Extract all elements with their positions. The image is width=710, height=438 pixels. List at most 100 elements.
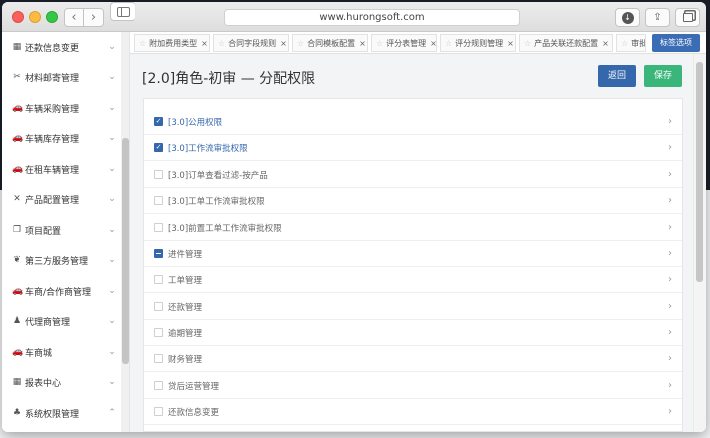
star-icon[interactable]: ☆ (376, 39, 383, 48)
permission-checkbox[interactable] (154, 407, 163, 416)
sidebar-item-reports[interactable]: ▦ 报表中心 ⌄ (2, 367, 120, 397)
close-icon[interactable]: × (507, 39, 514, 48)
permission-checkbox[interactable] (154, 328, 163, 337)
sidebar-item-car-mall[interactable]: 🚗 车商城 ⌄ (2, 337, 120, 367)
close-icon[interactable]: × (602, 39, 609, 48)
sidebar-item-rented-vehicles[interactable]: 🚗 在租车辆管理 ⌄ (2, 154, 120, 184)
chevron-right-icon[interactable]: › (658, 327, 682, 338)
car-icon: 🚗 (12, 133, 24, 143)
permission-label: 还款管理 (168, 302, 203, 313)
sidebar-scrollbar-thumb[interactable] (122, 138, 129, 364)
permission-row[interactable]: 逾期管理 › (144, 320, 682, 346)
back-button[interactable]: ‹ (64, 8, 84, 27)
sidebar-item-dealer-partner[interactable]: 🚗 车商/合作商管理 ⌄ (2, 276, 120, 306)
sidebar-item-label: 车商/合作商管理 (25, 287, 92, 298)
chevron-down-icon: ⌄ (108, 347, 116, 357)
permission-label: 贷后运营管理 (168, 381, 220, 392)
sidebar-item-agent[interactable]: ♟ 代理商管理 ⌄ (2, 306, 120, 336)
sidebar-item-label: 系统权限管理 (25, 409, 80, 420)
chevron-right-icon[interactable]: › (658, 380, 682, 391)
close-icon[interactable]: × (430, 39, 436, 48)
permission-checkbox[interactable]: ✓ (154, 143, 163, 152)
chevron-down-icon: ⌄ (108, 133, 116, 143)
permission-checkbox[interactable] (154, 196, 163, 205)
download-button[interactable]: ↓ (615, 8, 640, 27)
chevron-right-icon[interactable]: › (658, 406, 682, 417)
download-icon: ↓ (621, 11, 634, 24)
star-icon[interactable]: ☆ (218, 39, 225, 48)
permission-checkbox[interactable] (154, 275, 163, 284)
tab-additional-fee-type[interactable]: ☆ 附加费用类型 × (134, 34, 210, 52)
star-icon[interactable]: ☆ (621, 39, 628, 48)
tab-options-button[interactable]: 标签选项 (652, 34, 700, 52)
permission-row[interactable]: ✓ [3.0]工作流审批权限 › (144, 135, 682, 161)
show-tabs-button[interactable] (675, 8, 700, 27)
star-icon[interactable]: ☆ (445, 39, 452, 48)
permission-row[interactable]: [3.0]工单工作流审批权限 › (144, 188, 682, 214)
close-window-button[interactable] (12, 11, 24, 23)
chevron-right-icon[interactable]: › (658, 195, 682, 206)
permission-label: [3.0]前置工单工作流审批权限 (168, 223, 282, 234)
close-icon[interactable]: × (359, 39, 366, 48)
permission-row[interactable]: ✓ [3.0]公用权限 › (144, 109, 682, 135)
permission-checkbox[interactable] (154, 249, 163, 258)
chevron-down-icon: ⌄ (108, 286, 116, 296)
sidebar-item-material-mailing[interactable]: ✂ 材料邮寄管理 ⌄ (2, 62, 120, 92)
main-scrollbar-thumb[interactable] (696, 62, 703, 282)
address-bar[interactable]: www.hurongsoft.com (224, 9, 520, 26)
back-icon: ‹ (71, 10, 77, 25)
permission-checkbox[interactable] (154, 354, 163, 363)
permission-checkbox[interactable] (154, 170, 163, 179)
permission-row[interactable]: 工单管理 › (144, 267, 682, 293)
copy-icon: ❐ (12, 225, 22, 235)
sidebar-item-vehicle-purchase[interactable]: 🚗 车辆采购管理 ⌄ (2, 93, 120, 123)
zoom-window-button[interactable] (46, 11, 58, 23)
share-button[interactable]: ⇪ (645, 8, 670, 27)
permission-row[interactable]: [3.0]前置工单工作流审批权限 › (144, 215, 682, 241)
close-icon[interactable]: × (280, 39, 287, 48)
minimize-window-button[interactable] (29, 11, 41, 23)
permission-checkbox[interactable] (154, 381, 163, 390)
tab-product-repayment-config[interactable]: ☆ 产品关联还款配置 × (519, 34, 613, 52)
chevron-right-icon[interactable]: › (658, 301, 682, 312)
sidebar-item-system-permissions[interactable]: ♣ 系统权限管理 ⌃ (2, 398, 120, 428)
permission-row[interactable]: 还款信息变更 › (144, 399, 682, 425)
sidebar-toggle-button[interactable] (110, 2, 136, 21)
chevron-right-icon[interactable]: › (658, 222, 682, 233)
permission-checkbox[interactable] (154, 223, 163, 232)
chevron-up-icon: ⌃ (108, 408, 116, 418)
forward-button[interactable]: › (84, 8, 104, 27)
tab-score-sheet-management[interactable]: ☆ 评分表管理 × (371, 34, 437, 52)
close-icon[interactable]: × (201, 39, 208, 48)
star-icon[interactable]: ☆ (524, 39, 531, 48)
tab-score-rule-management[interactable]: ☆ 评分规则管理 × (440, 34, 516, 52)
sidebar-item-repayment-change[interactable]: ▦ 还款信息变更 ⌄ (2, 32, 120, 62)
star-icon[interactable]: ☆ (297, 39, 304, 48)
permission-checkbox[interactable] (154, 302, 163, 311)
permission-row[interactable]: 财务管理 › (144, 346, 682, 372)
tab-contract-template-config[interactable]: ☆ 合同模板配置 × (292, 34, 368, 52)
chevron-right-icon[interactable]: › (658, 116, 682, 127)
sidebar-item-vehicle-inventory[interactable]: 🚗 车辆库存管理 ⌄ (2, 123, 120, 153)
permission-checkbox[interactable]: ✓ (154, 117, 163, 126)
permission-row[interactable]: [3.0]订单查看过滤-按产品 › (144, 162, 682, 188)
permission-label: 进件管理 (168, 249, 203, 260)
chevron-right-icon[interactable]: › (658, 274, 682, 285)
sidebar-item-product-config[interactable]: ✕ 产品配置管理 ⌄ (2, 184, 120, 214)
tab-label: 附加费用类型 (149, 38, 198, 48)
permission-row[interactable]: 还款管理 › (144, 294, 682, 320)
permission-row[interactable]: 贷后运营管理 › (144, 373, 682, 399)
chevron-right-icon[interactable]: › (658, 248, 682, 259)
tab-contract-field-rules[interactable]: ☆ 合同字段规则 × (213, 34, 289, 52)
tab-approval[interactable]: ☆ 审批 (616, 34, 646, 52)
sidebar-item-project-config[interactable]: ❐ 项目配置 ⌄ (2, 215, 120, 245)
chevron-right-icon[interactable]: › (658, 353, 682, 364)
sidebar-item-third-party[interactable]: ❦ 第三方服务管理 ⌄ (2, 245, 120, 275)
chevron-right-icon[interactable]: › (658, 169, 682, 180)
star-icon[interactable]: ☆ (139, 39, 146, 48)
permission-row[interactable]: 进件管理 › (144, 241, 682, 267)
calendar-icon: ▦ (12, 377, 22, 387)
back-button[interactable]: 返回 (598, 65, 636, 87)
save-button[interactable]: 保存 (644, 65, 682, 87)
chevron-right-icon[interactable]: › (658, 142, 682, 153)
